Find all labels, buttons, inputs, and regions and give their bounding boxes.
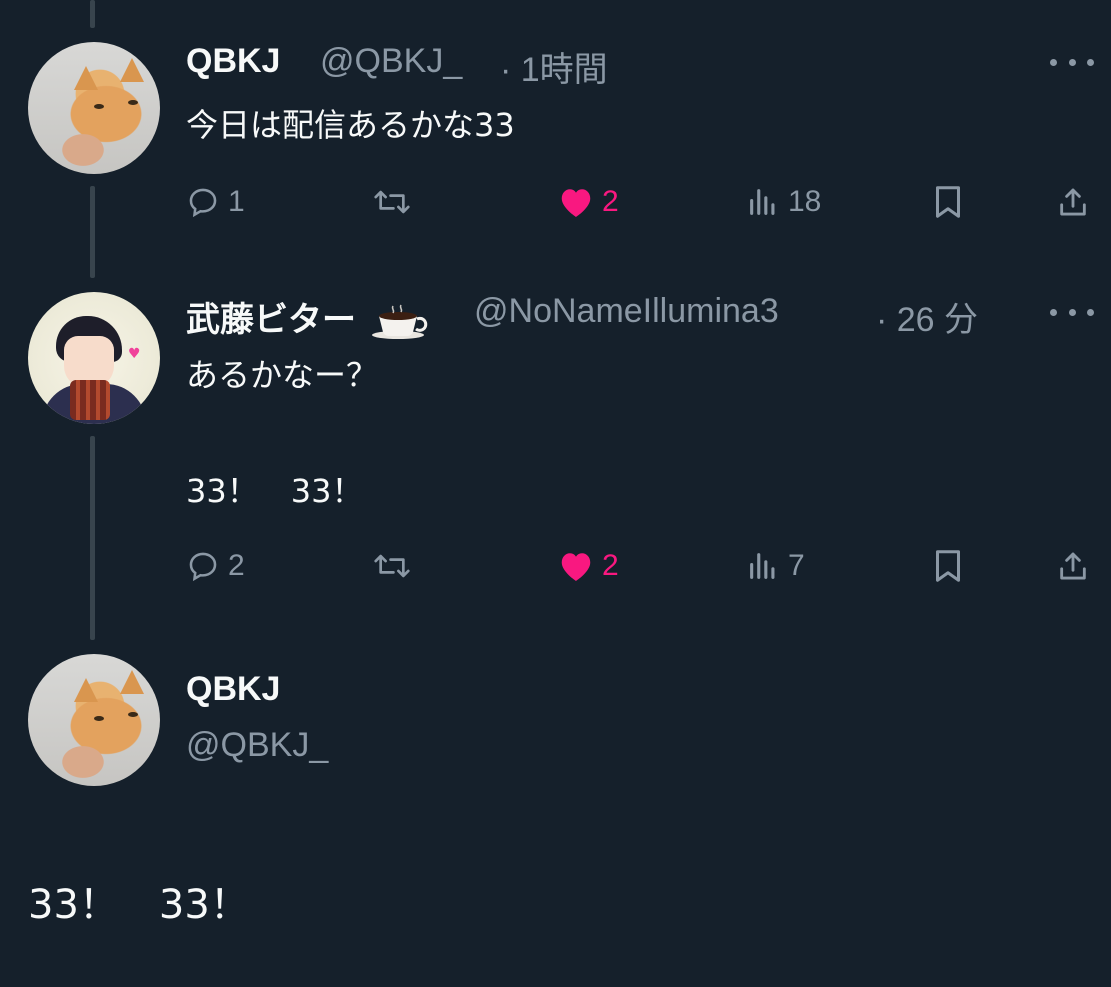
tweet-text-line2: 33！ 33！: [186, 472, 364, 510]
display-name[interactable]: QBKJ: [186, 42, 280, 81]
like-count: 2: [602, 549, 619, 582]
display-name[interactable]: 武藤ビター: [186, 292, 429, 341]
views-button[interactable]: 7: [746, 546, 805, 586]
share-icon: [1060, 552, 1086, 580]
reply-icon: [189, 552, 217, 582]
tweet-actions: 2 2 7: [186, 546, 1096, 586]
timestamp[interactable]: · 1時間: [500, 42, 608, 91]
bookmark-button[interactable]: [932, 546, 964, 586]
retweet-icon: [374, 554, 410, 578]
tweet-text-line1: あるかなー？: [186, 356, 379, 394]
user-handle[interactable]: @NoNameIllumina3: [474, 292, 779, 331]
heart-filled-icon: [561, 189, 591, 217]
thread-line-top: [90, 0, 95, 28]
like-button[interactable]: 2: [558, 182, 619, 222]
coffee-cup-icon: [372, 304, 428, 340]
tweet-actions: 1 2 18: [186, 182, 1096, 222]
reply-count: 2: [228, 549, 245, 582]
avatar[interactable]: [28, 654, 160, 786]
retweet-icon: [374, 190, 410, 214]
retweet-button[interactable]: [372, 182, 420, 222]
like-count: 2: [602, 185, 619, 218]
view-count: 7: [788, 549, 805, 582]
share-button[interactable]: [1056, 546, 1090, 586]
views-button[interactable]: 18: [746, 182, 821, 222]
tweet-text: 33！ 33！: [28, 882, 250, 928]
user-handle[interactable]: @QBKJ_: [186, 726, 328, 765]
thread-line-2: [90, 436, 95, 640]
user-handle[interactable]: @QBKJ_: [320, 42, 462, 81]
more-options-icon[interactable]: [1050, 306, 1094, 318]
avatar[interactable]: [28, 42, 160, 174]
reply-icon: [189, 188, 217, 218]
display-name[interactable]: QBKJ: [186, 670, 280, 709]
bookmark-icon: [936, 550, 960, 582]
bookmark-icon: [936, 186, 960, 218]
avatar[interactable]: ♥: [28, 292, 160, 424]
retweet-button[interactable]: [372, 546, 420, 586]
view-count: 18: [788, 185, 822, 218]
thread-line-1: [90, 186, 95, 278]
share-button[interactable]: [1056, 182, 1090, 222]
reply-count: 1: [228, 185, 245, 218]
analytics-icon: [750, 189, 775, 215]
like-button[interactable]: 2: [558, 546, 619, 586]
display-name-text: 武藤ビター: [186, 301, 356, 339]
more-options-icon[interactable]: [1050, 56, 1094, 68]
tweet-text: 今日は配信あるかな33: [186, 106, 515, 144]
heart-filled-icon: [561, 553, 591, 581]
reply-button[interactable]: 2: [186, 546, 245, 586]
share-icon: [1060, 188, 1086, 216]
reply-button[interactable]: 1: [186, 182, 245, 222]
analytics-icon: [750, 553, 775, 579]
timestamp[interactable]: · 26 分: [876, 292, 978, 341]
bookmark-button[interactable]: [932, 182, 964, 222]
